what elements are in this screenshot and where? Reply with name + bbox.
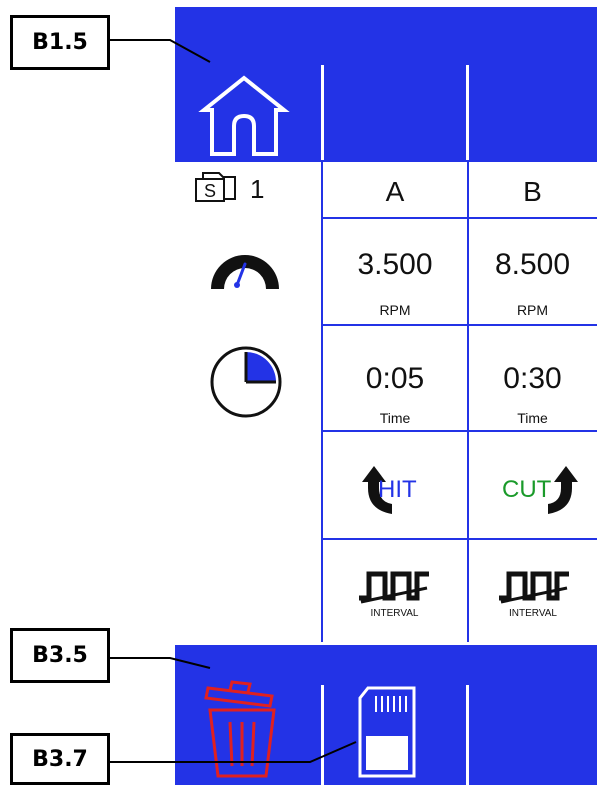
callout-bottom-sd: B3.7 bbox=[10, 733, 110, 785]
callout-bottom-left: B3.5 bbox=[10, 628, 110, 683]
callout-top: B1.5 bbox=[10, 15, 110, 70]
